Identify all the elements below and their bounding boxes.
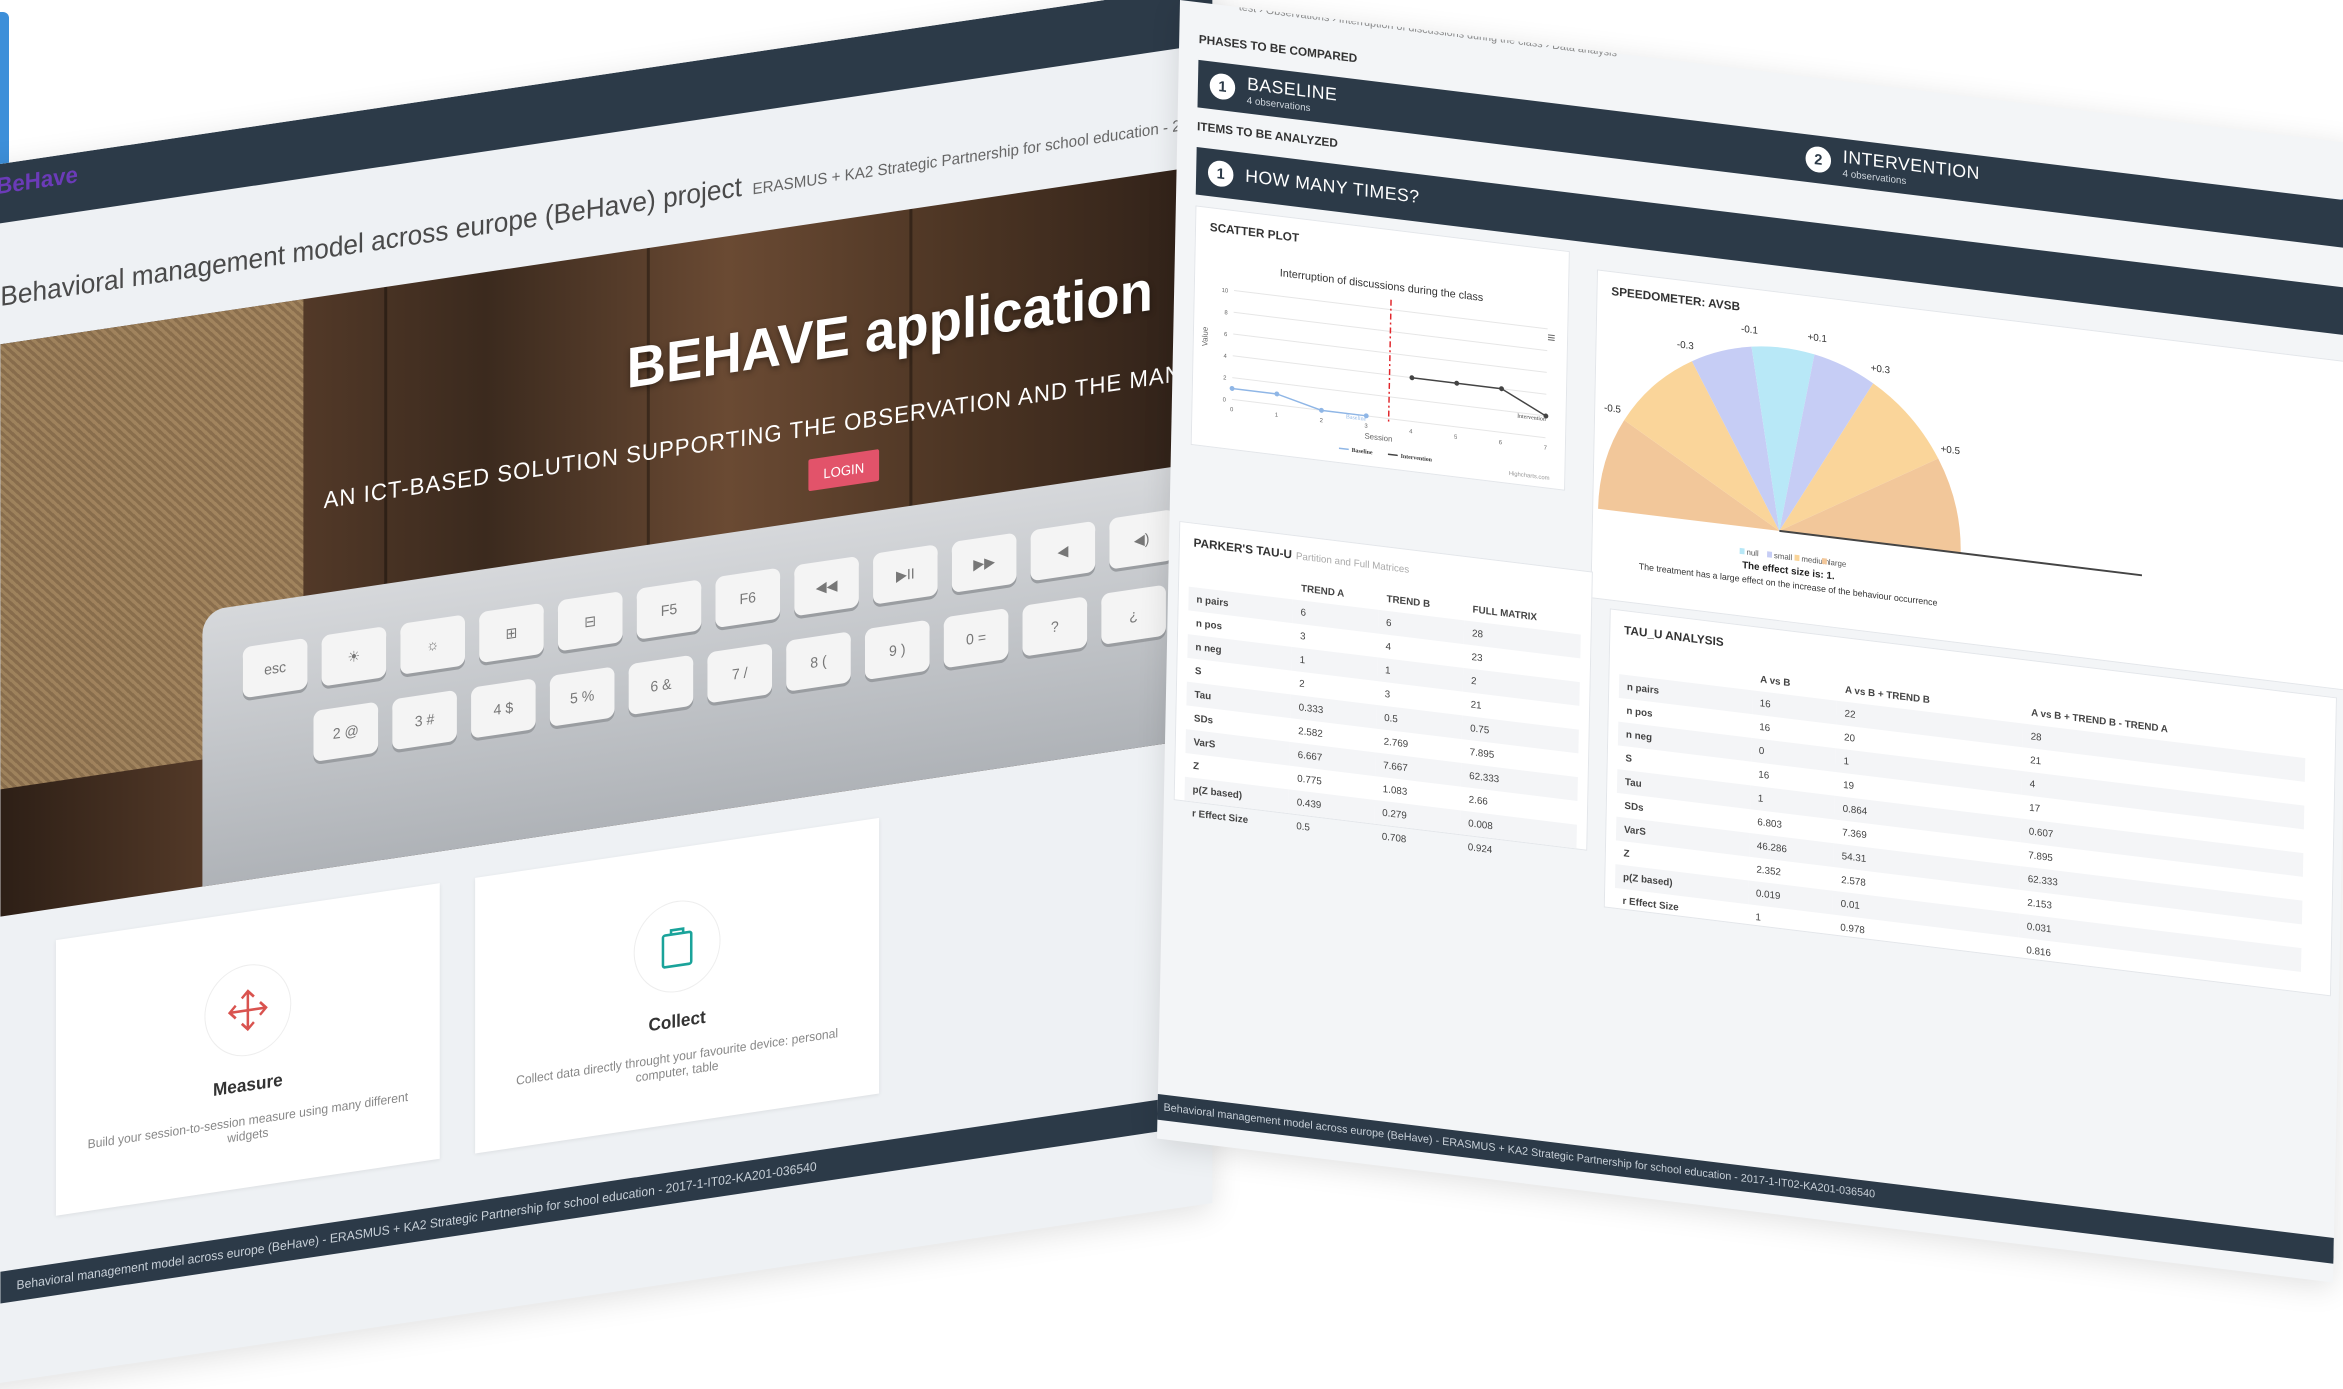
x-tick-label: 6	[1499, 440, 1503, 446]
legend-item[interactable]: Intervention	[1401, 454, 1433, 464]
keyboard-key: 9 )	[864, 619, 930, 681]
keyboard-key: ◀	[1030, 520, 1096, 582]
keyboard-key: 0 =	[943, 607, 1009, 669]
keyboard-key: ⊟	[557, 591, 623, 652]
gauge-needle	[1779, 529, 2142, 577]
data-point[interactable]	[1409, 375, 1415, 381]
x-tick-label: 4	[1409, 429, 1413, 435]
y-tick-label: 2	[1223, 375, 1226, 381]
footer: Behavioral management model across europ…	[1157, 1092, 2334, 1264]
x-axis-label: Session	[1364, 431, 1392, 443]
measure-card[interactable]: Measure Build your session-to-session me…	[55, 883, 440, 1216]
legend-item: null	[1746, 548, 1759, 559]
legend-swatch	[1821, 557, 1827, 565]
keyboard-key: 6 &	[628, 654, 694, 716]
gridline	[1233, 333, 1547, 373]
tau-table: TREND A TREND B FULL MATRIX n pairs 6 6 28 n po…	[1184, 563, 1581, 872]
keyboard-key: ?	[1022, 596, 1088, 657]
legend-swatch	[1387, 453, 1398, 457]
gauge-tick-label: -0.1	[1741, 324, 1759, 337]
login-button[interactable]: LOGIN	[808, 449, 880, 492]
clipboard-icon	[633, 894, 721, 999]
data-point[interactable]	[1229, 385, 1235, 392]
gauge-tick-label: +0.3	[1871, 363, 1891, 376]
phase-change-line	[1387, 299, 1392, 424]
tau-panel: PARKER'S TAU-UPartition and Full Matrice…	[1173, 520, 1593, 856]
y-tick-label: 0	[1223, 397, 1227, 403]
y-tick-label: 8	[1224, 310, 1228, 316]
gauge-tick-label: +0.5	[1941, 444, 1961, 457]
breadcrumb-observation[interactable]: Interruption of discussions during the c…	[1339, 14, 1543, 51]
gauge-tick-label: -0.5	[1604, 403, 1622, 416]
chart-title: Interruption of discussions during the c…	[1280, 267, 1484, 304]
x-tick-label: 1	[1275, 413, 1278, 419]
legend-swatch	[1767, 551, 1773, 558]
x-tick-label: 7	[1544, 445, 1547, 451]
series-end-label: Baseline	[1346, 414, 1367, 423]
tauu-table: A vs BA vs B + TREND BA vs B + TREND B -…	[1614, 650, 2306, 995]
keyboard-key: 4 $	[471, 678, 536, 739]
y-axis-label: Value	[1200, 326, 1209, 347]
keyboard-key: ¿	[1101, 584, 1166, 645]
keyboard-key: ▶II	[873, 544, 938, 605]
gauge-tick-label: +0.1	[1807, 332, 1827, 345]
keyboard-key: 2 @	[313, 701, 379, 762]
series-line-intervention	[1411, 377, 1547, 417]
legend-swatch	[1794, 554, 1800, 562]
keyboard-key: F5	[636, 579, 702, 640]
keyboard-key: 5 %	[549, 666, 615, 727]
gridline	[1231, 398, 1546, 439]
keyboard-key: 8 (	[786, 631, 851, 692]
keyboard-key: F6	[715, 567, 781, 629]
y-tick-label: 6	[1224, 332, 1228, 338]
x-tick-label: 5	[1454, 434, 1458, 440]
behave-logo[interactable]: BeHave	[0, 161, 78, 201]
data-point[interactable]	[1319, 407, 1324, 414]
breadcrumb-test[interactable]: test	[1239, 1, 1257, 15]
data-point[interactable]	[1499, 386, 1504, 392]
keyboard-key: ☀	[321, 626, 387, 687]
keyboard-key: ☼	[400, 614, 465, 675]
chart-credits: Highcharts.com	[1509, 471, 1550, 482]
move-arrows-icon	[204, 958, 292, 1063]
items-label: ITEMS TO BE ANALYZED	[1196, 119, 1338, 151]
series-end-label: Intervention	[1517, 413, 1546, 423]
keyboard-key: ◀)	[1109, 509, 1175, 570]
collect-card[interactable]: Collect Collect data directly throught y…	[475, 817, 880, 1154]
keyboard-key: ⊞	[479, 602, 544, 664]
phase1-number: 1	[1209, 72, 1236, 102]
data-point[interactable]	[1454, 380, 1460, 386]
breadcrumb-observations[interactable]: Observations	[1266, 5, 1330, 25]
behave-home-screenshot: BeHave Behavioral management model acros…	[0, 0, 1213, 1389]
keyboard-key: 3 #	[392, 689, 457, 751]
item1-title[interactable]: HOW MANY TIMES?	[1245, 166, 1420, 208]
item1-number: 1	[1207, 159, 1234, 189]
y-tick-label: 10	[1222, 288, 1229, 295]
x-tick-label: 3	[1364, 423, 1368, 429]
data-point[interactable]	[1274, 391, 1280, 397]
legend-swatch	[1739, 547, 1745, 555]
data-analysis-screenshot: test › Observations › Interruption of di…	[1157, 0, 2343, 1283]
x-tick-label: 0	[1230, 407, 1234, 413]
keyboard-key: ▶▶	[951, 532, 1017, 593]
phases-label: PHASES TO BE COMPARED	[1198, 32, 1358, 66]
legend-item: large	[1829, 558, 1847, 569]
legend-swatch	[1338, 447, 1349, 451]
legend-item: small	[1774, 551, 1793, 562]
keyboard-key: 7 /	[707, 643, 773, 704]
breadcrumb-current: Data analysis	[1552, 39, 1618, 60]
y-tick-label: 4	[1223, 354, 1227, 360]
keyboard-key: ◀◀	[794, 555, 859, 617]
legend-item[interactable]: Baseline	[1352, 448, 1373, 457]
x-tick-label: 2	[1320, 418, 1323, 424]
scatter-chart: Interruption of discussions during the c…	[1200, 267, 1550, 482]
tauu-label: TAU_U ANALYSIS	[1623, 623, 1724, 650]
phase2-number: 2	[1805, 145, 1832, 174]
gauge-tick-label: -0.3	[1677, 339, 1695, 352]
scatter-panel: SCATTER PLOT ≡ Interruption of discussio…	[1190, 205, 1570, 491]
keyboard-key: esc	[242, 637, 308, 699]
